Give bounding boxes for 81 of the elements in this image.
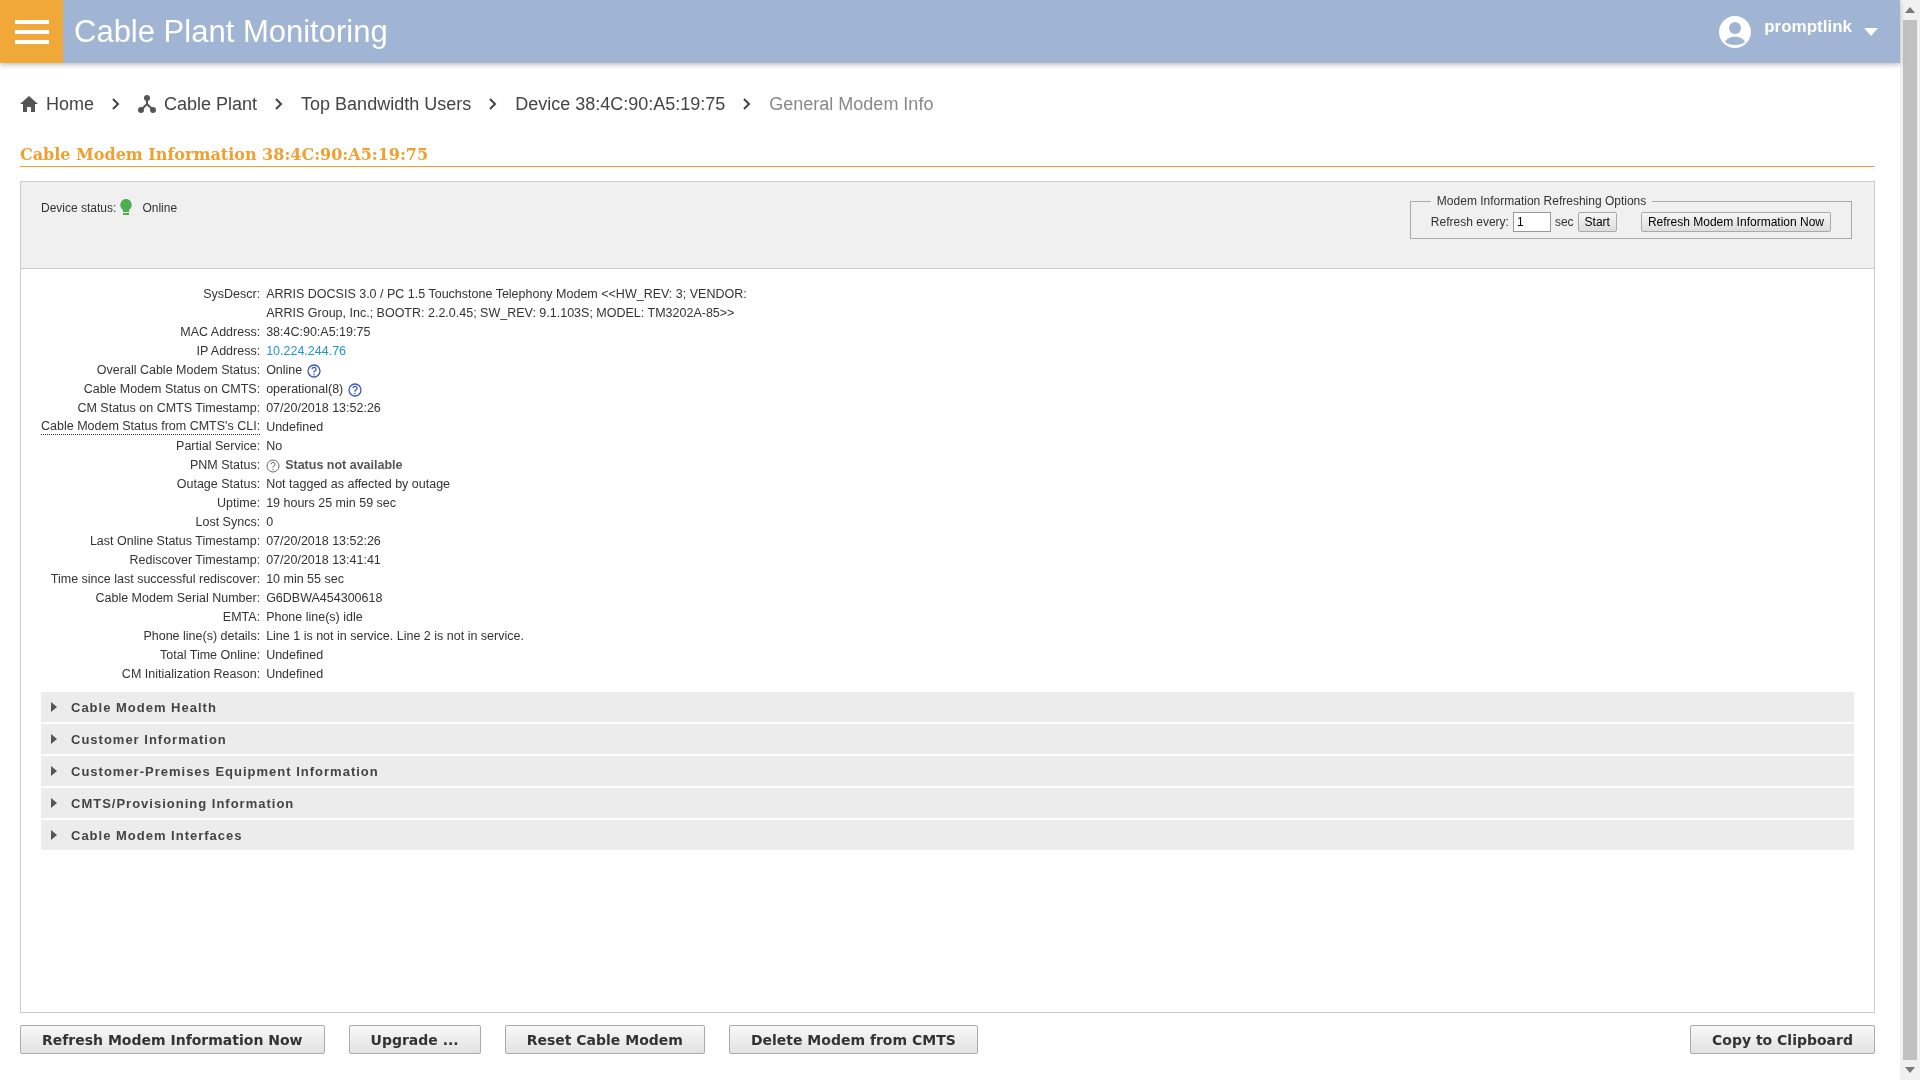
section-header[interactable]: Cable Modem Interfaces <box>41 820 1854 850</box>
menu-button[interactable] <box>0 0 63 63</box>
refresh-options-legend: Modem Information Refreshing Options <box>1430 194 1653 208</box>
field-label: Outage Status: <box>176 476 261 493</box>
field-label: Cable Modem Status from CMTS's CLI: <box>41 418 261 435</box>
section-header[interactable]: Customer-Premises Equipment Information <box>41 756 1854 786</box>
action-button[interactable]: Upgrade ... <box>348 1025 481 1054</box>
field-label: Cable Modem Serial Number: <box>95 590 261 607</box>
field-value: Phone line(s) idle <box>266 609 363 626</box>
field-label: SysDescr: <box>203 286 261 303</box>
field-label: Phone line(s) details: <box>143 628 261 645</box>
refresh-interval-field[interactable]: 1 <box>1512 212 1551 232</box>
field-value: 19 hours 25 min 59 sec <box>266 495 397 512</box>
field-label: Total Time Online: <box>160 647 261 664</box>
seconds-unit: sec <box>1554 215 1574 229</box>
field-value: 07/20/2018 13:41:41 <box>266 552 381 569</box>
scrollbar-thumb[interactable] <box>1903 20 1917 1060</box>
section-header[interactable]: CMTS/Provisioning Information <box>41 788 1854 818</box>
section-header[interactable]: Cable Modem Health <box>41 692 1854 722</box>
breadcrumb-link[interactable]: Device 38:4C:90:A5:19:75 <box>515 93 726 115</box>
breadcrumb-link[interactable]: Cable Plant <box>138 93 258 115</box>
user-avatar-icon <box>1718 14 1753 49</box>
field-value: 0 <box>266 514 274 531</box>
field-label: Lost Syncs: <box>195 514 261 531</box>
chevron-right-icon <box>743 98 752 110</box>
action-button[interactable]: Reset Cable Modem <box>504 1025 705 1054</box>
field-label: Partial Service: <box>176 438 261 455</box>
help-icon[interactable] <box>348 382 363 397</box>
field-label: Time since last successful rediscover: <box>50 571 261 588</box>
scroll-down-icon[interactable] <box>1905 1066 1915 1074</box>
field-value: No <box>266 438 283 455</box>
device-status-label: Device status: <box>41 201 117 215</box>
dropdown-caret-icon <box>1864 27 1878 36</box>
page-title: Cable Modem Information 38:4C:90:A5:19:75 <box>20 145 1875 167</box>
breadcrumb-current[interactable]: General Modem Info <box>769 93 934 115</box>
breadcrumb-link[interactable]: Home <box>20 93 94 115</box>
refresh-now-button[interactable]: Refresh Modem Information Now <box>1640 212 1831 232</box>
field-value: 10 min 55 sec <box>266 571 344 588</box>
section-header[interactable]: Customer Information <box>41 724 1854 754</box>
field-label: EMTA: <box>222 609 261 626</box>
field-label: CM Status on CMTS Timestamp: <box>77 400 261 417</box>
field-value: Not tagged as affected by outage <box>266 476 451 493</box>
scroll-up-icon[interactable] <box>1905 6 1915 14</box>
field-label: IP Address: <box>196 343 261 360</box>
app-title: Cable Plant Monitoring <box>74 13 389 50</box>
field-value: Online <box>266 362 303 379</box>
question-circle-icon <box>266 458 281 473</box>
field-value: 07/20/2018 13:52:26 <box>266 533 381 550</box>
chevron-right-icon <box>275 98 284 110</box>
chevron-right-icon <box>112 98 120 110</box>
start-button[interactable]: Start <box>1577 212 1617 232</box>
ip-address-link[interactable]: 10.224.244.76 <box>266 342 347 361</box>
network-tree-icon <box>138 95 156 113</box>
field-value: 07/20/2018 13:52:26 <box>266 400 381 417</box>
help-icon[interactable] <box>307 363 322 378</box>
copy-to-clipboard-button[interactable]: Copy to Clipboard <box>1690 1025 1875 1054</box>
field-value: Undefined <box>266 666 324 683</box>
field-label: Last Online Status Timestamp: <box>89 533 261 550</box>
breadcrumb-link[interactable]: Top Bandwidth Users <box>301 93 472 115</box>
action-button[interactable]: Refresh Modem Information Now <box>20 1025 325 1054</box>
field-value: Undefined <box>266 647 324 664</box>
field-label: Cable Modem Status on CMTS: <box>83 381 261 398</box>
field-label: Uptime: <box>217 495 261 512</box>
field-label: PNM Status: <box>189 457 261 474</box>
field-value: G6DBWA454300618 <box>266 590 383 607</box>
refresh-every-label: Refresh every: <box>1430 215 1509 229</box>
field-value: Undefined <box>266 419 324 436</box>
home-icon <box>20 96 38 112</box>
chevron-right-icon <box>489 98 498 110</box>
menu-icon <box>14 18 49 45</box>
action-button[interactable]: Delete Modem from CMTS <box>728 1025 978 1054</box>
field-value: Line 1 is not in service. Line 2 is not in service. <box>266 628 524 645</box>
field-label: Overall Cable Modem Status: <box>96 362 261 379</box>
field-label: CM Initialization Reason: <box>121 666 261 683</box>
field-value: 38:4C:90:A5:19:75 <box>266 324 371 341</box>
field-value: ARRIS DOCSIS 3.0 / PC 1.5 Touchstone Telephony Modem <<HW_REV: 3; VENDOR: ARRIS Group, Inc.; BOOTR: 2.2.0.45; SW_REV: 9.1.103S; MODEL: TM3202A-85>> <box>266 286 748 322</box>
field-value: Status not available <box>285 457 403 474</box>
field-value: operational(8) <box>266 381 344 398</box>
field-label: Rediscover Timestamp: <box>129 552 261 569</box>
device-status-value: Online <box>142 201 178 215</box>
field-label: MAC Address: <box>180 324 261 341</box>
